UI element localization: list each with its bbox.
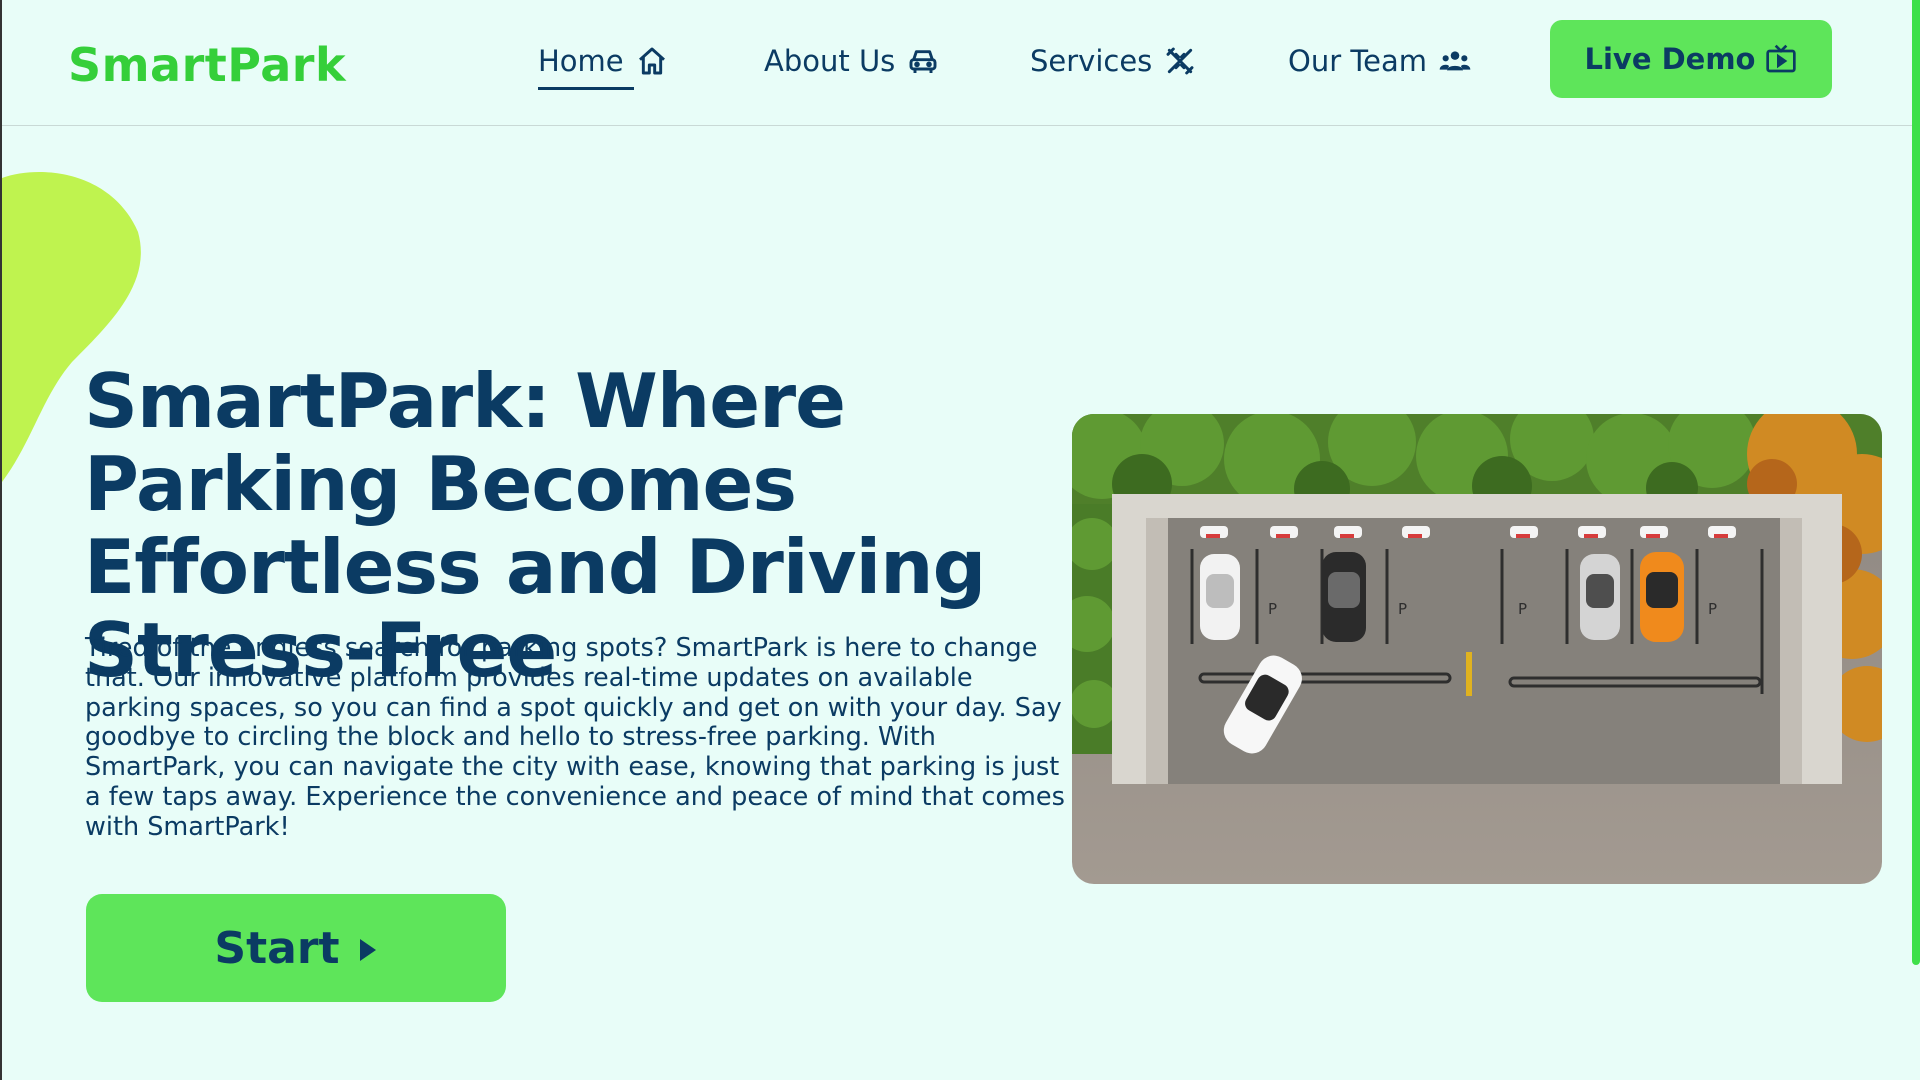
hero-description: Tired of the endless search for parking … xyxy=(85,633,1065,842)
home-icon xyxy=(636,45,668,77)
logo[interactable]: SmartPark xyxy=(68,38,346,92)
nav-item-home[interactable]: Home xyxy=(538,44,668,90)
start-button[interactable]: Start xyxy=(86,894,506,1002)
live-demo-label: Live Demo xyxy=(1584,42,1756,76)
page: SmartPark Home About Us Services Our Tea… xyxy=(0,0,1920,1080)
car-icon xyxy=(907,45,939,77)
site-header: SmartPark Home About Us Services Our Tea… xyxy=(2,0,1912,126)
parking-marking: P xyxy=(1398,600,1407,618)
live-demo-button[interactable]: Live Demo xyxy=(1550,20,1832,98)
scrollbar-thumb[interactable] xyxy=(1912,0,1920,965)
aerial-parking-lot-image: P P P P xyxy=(1072,414,1882,884)
nav-label-services: Services xyxy=(1030,44,1153,78)
start-label: Start xyxy=(214,922,340,974)
parking-marking: P xyxy=(1708,600,1717,618)
nav-item-services[interactable]: Services xyxy=(1030,44,1196,78)
play-triangle-icon xyxy=(358,923,378,974)
scrollbar[interactable] xyxy=(1912,0,1920,1080)
nav-item-our-team[interactable]: Our Team xyxy=(1288,44,1471,78)
tools-icon xyxy=(1164,45,1196,77)
team-icon xyxy=(1439,45,1471,77)
nav-label-about: About Us xyxy=(764,44,896,78)
tv-play-icon xyxy=(1765,43,1797,75)
nav-label-team: Our Team xyxy=(1288,44,1427,78)
parking-marking: P xyxy=(1518,600,1527,618)
nav-label-home: Home xyxy=(538,44,634,90)
parking-marking: P xyxy=(1268,600,1277,618)
nav-item-about-us[interactable]: About Us xyxy=(764,44,939,78)
